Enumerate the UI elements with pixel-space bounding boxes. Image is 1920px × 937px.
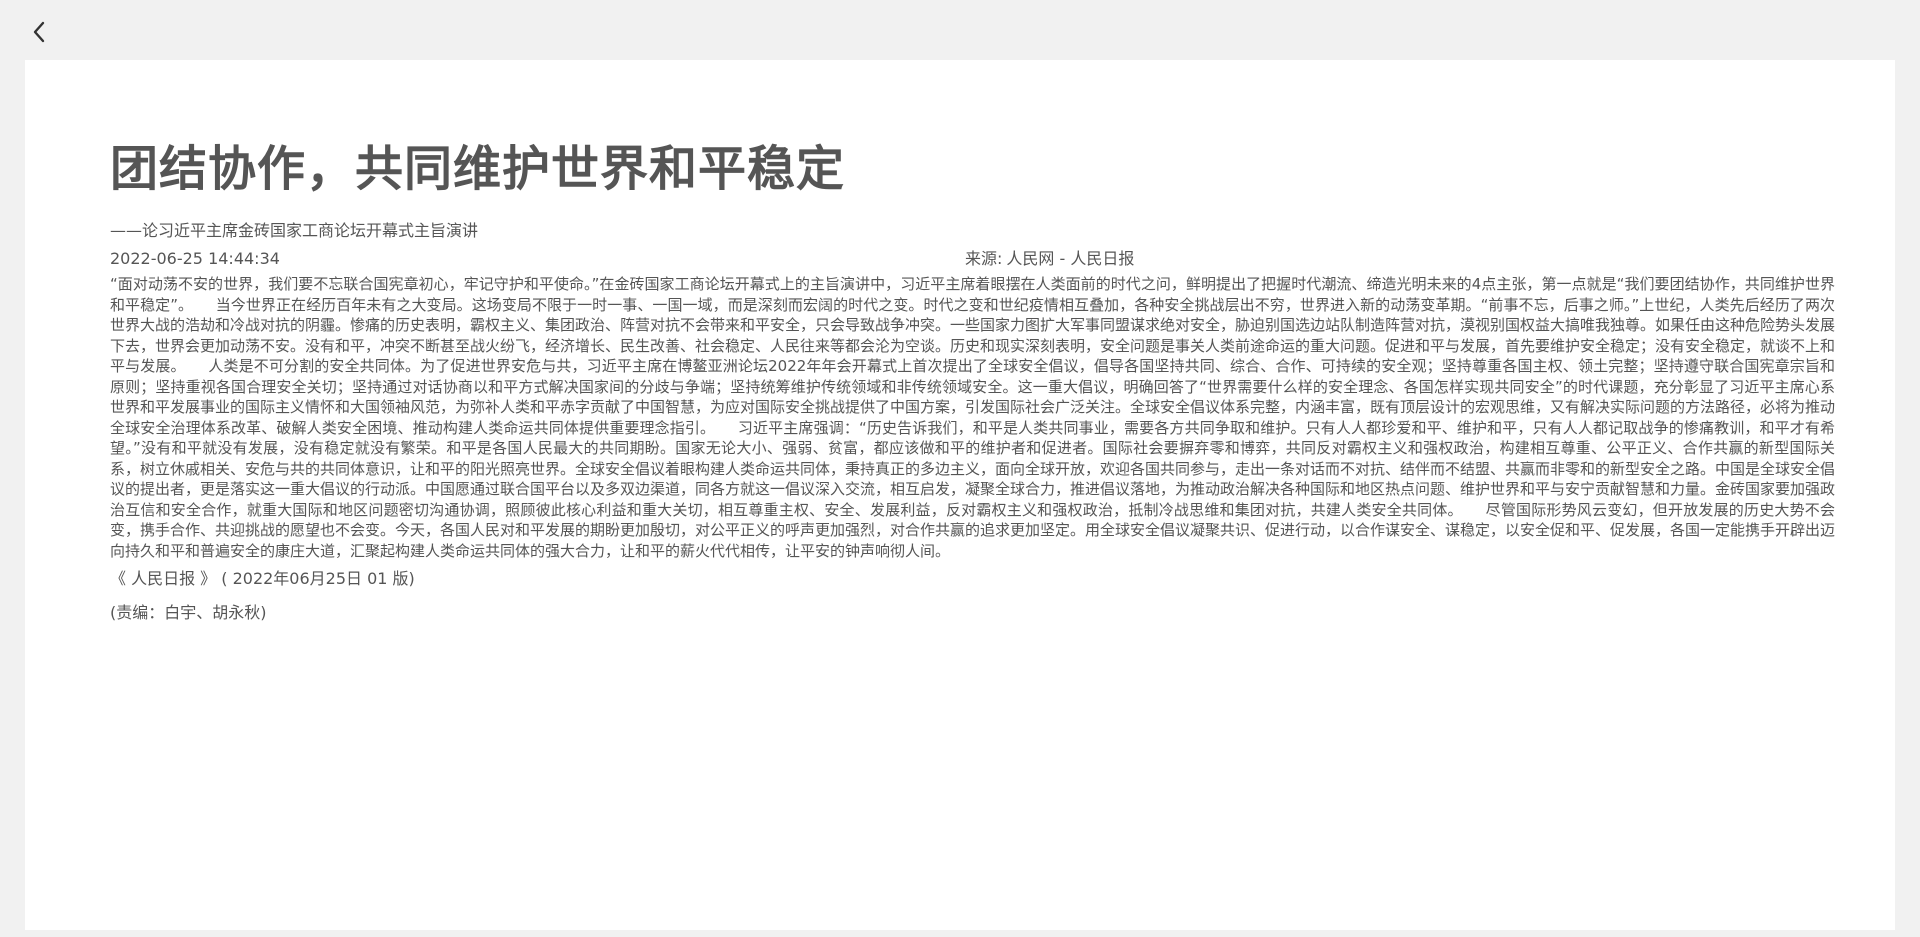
article-card: 团结协作，共同维护世界和平稳定 ——论习近平主席金砖国家工商论坛开幕式主旨演讲 … xyxy=(25,60,1895,930)
back-button[interactable] xyxy=(26,18,54,46)
editor-info: (责编：白宇、胡永秋) xyxy=(110,603,267,622)
publication-info: 《 人民日报 》 ( 2022年06月25日 01 版) xyxy=(110,569,415,588)
article-source: 来源: 人民网 - 人民日报 xyxy=(965,246,1134,272)
article-title: 团结协作，共同维护世界和平稳定 xyxy=(110,141,846,197)
top-bar xyxy=(0,0,1920,60)
article-subtitle: ——论习近平主席金砖国家工商论坛开幕式主旨演讲 xyxy=(110,221,479,240)
source-value: 人民网 - 人民日报 xyxy=(1006,249,1135,268)
article-body: “面对动荡不安的世界，我们要不忘联合国宪章初心，牢记守护和平使命。”在金砖国家工… xyxy=(110,275,1836,560)
source-label: 来源: xyxy=(965,249,1003,268)
chevron-left-icon xyxy=(33,21,45,43)
article-meta: 2022-06-25 14:44:34 来源: 人民网 - 人民日报 xyxy=(110,246,1835,272)
publish-datetime: 2022-06-25 14:44:34 xyxy=(110,249,280,268)
article: 团结协作，共同维护世界和平稳定 ——论习近平主席金砖国家工商论坛开幕式主旨演讲 … xyxy=(110,135,1835,625)
